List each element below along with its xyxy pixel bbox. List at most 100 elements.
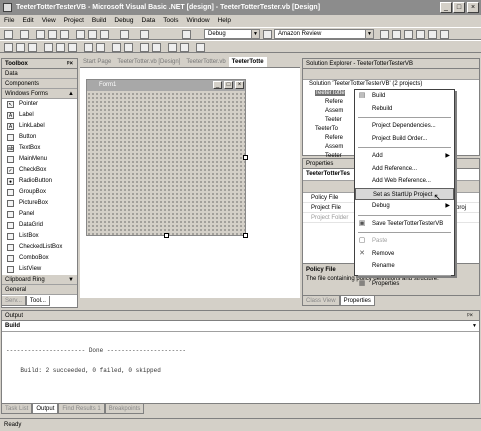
- toolbox-item-groupbox[interactable]: GroupBox: [2, 187, 77, 198]
- menu-project[interactable]: Project: [64, 17, 84, 24]
- tab-output[interactable]: Output: [32, 404, 59, 414]
- toolbox-item-pointer[interactable]: ↖ Pointer: [2, 99, 77, 110]
- toolbox-item-listview[interactable]: ListView: [2, 264, 77, 275]
- align-centers-icon[interactable]: [16, 43, 25, 52]
- output-pane-combo[interactable]: Build ▼: [2, 321, 479, 332]
- add-item-icon[interactable]: [20, 30, 29, 39]
- class-view-icon[interactable]: [428, 30, 437, 39]
- resize-handle[interactable]: [243, 233, 248, 238]
- tab-teetertotter-code[interactable]: TeeterTotter.vb: [183, 57, 228, 67]
- find-combo[interactable]: Amazon Review ▼: [274, 29, 374, 39]
- align-middles-icon[interactable]: [56, 43, 65, 52]
- align-rights-icon[interactable]: [28, 43, 37, 52]
- copy-icon[interactable]: [88, 30, 97, 39]
- find-icon[interactable]: [380, 30, 389, 39]
- maximize-button[interactable]: □: [453, 2, 465, 13]
- start-icon[interactable]: [182, 30, 191, 39]
- toolbox-section-data[interactable]: Data: [2, 69, 77, 79]
- menu-window[interactable]: Window: [186, 17, 209, 24]
- scroll-up-icon[interactable]: ▲: [68, 89, 74, 99]
- toolbox-item-datagrid[interactable]: DataGrid: [2, 220, 77, 231]
- close-button[interactable]: ×: [467, 2, 479, 13]
- menu-item-paste[interactable]: ▢ Paste: [355, 235, 454, 248]
- toolbox-item-textbox[interactable]: ab TextBox: [2, 143, 77, 154]
- minimize-button[interactable]: _: [440, 2, 452, 13]
- toolbox-section-components[interactable]: Components: [2, 79, 77, 89]
- menu-view[interactable]: View: [42, 17, 56, 24]
- menu-data[interactable]: Data: [142, 17, 156, 24]
- toolbox-item-panel[interactable]: Panel: [2, 209, 77, 220]
- lock-controls-icon[interactable]: [196, 43, 205, 52]
- tab-start-page[interactable]: Start Page: [80, 57, 114, 67]
- toolbox-item-linklabel[interactable]: A LinkLabel: [2, 121, 77, 132]
- toolbox-item-checkedlistbox[interactable]: CheckedListBox: [2, 242, 77, 253]
- tab-teetertottertester-design[interactable]: TeeterTotte: [228, 57, 267, 67]
- toolbox-section-windows-forms[interactable]: Windows Forms ▲: [2, 89, 77, 99]
- menu-tools[interactable]: Tools: [163, 17, 178, 24]
- tab-class-view[interactable]: Class View: [302, 296, 340, 306]
- toolbox-item-checkbox[interactable]: ✓ CheckBox: [2, 165, 77, 176]
- menu-item-rebuild[interactable]: Rebuild: [355, 103, 454, 116]
- align-lefts-icon[interactable]: [4, 43, 13, 52]
- tab-breakpoints[interactable]: Breakpoints: [104, 404, 145, 414]
- menu-item-save[interactable]: ▣ Save TeeterTotterTesterVB: [355, 218, 454, 231]
- undo-icon[interactable]: [120, 30, 129, 39]
- menu-item-debug[interactable]: Debug ▶: [355, 200, 454, 213]
- scroll-down-icon[interactable]: ▼: [68, 275, 74, 285]
- menu-item-rename[interactable]: Rename: [355, 260, 454, 273]
- menu-item-properties[interactable]: ▦ Properties: [355, 278, 454, 291]
- properties-icon[interactable]: [404, 30, 413, 39]
- config-icon[interactable]: [263, 30, 272, 39]
- pin-icon[interactable]: ᵖ×: [467, 311, 473, 321]
- toolbox-item-label[interactable]: A Label: [2, 110, 77, 121]
- save-icon[interactable]: [48, 30, 57, 39]
- new-project-icon[interactable]: [4, 30, 13, 39]
- menu-item-add[interactable]: Add ▶: [355, 150, 454, 163]
- vertical-spacing-icon[interactable]: [124, 43, 133, 52]
- toolbox-section-clipboard-ring[interactable]: Clipboard Ring ▼: [2, 275, 77, 285]
- resize-handle-bottom[interactable]: [164, 233, 169, 238]
- tab-server-explorer[interactable]: Serv...: [1, 296, 26, 306]
- menu-item-add-reference[interactable]: Add Reference...: [355, 163, 454, 176]
- tools-icon[interactable]: [440, 30, 449, 39]
- make-same-size-icon[interactable]: [84, 43, 93, 52]
- redo-icon[interactable]: [140, 30, 149, 39]
- menu-edit[interactable]: Edit: [22, 17, 33, 24]
- center-horizontally-icon[interactable]: [140, 43, 149, 52]
- paste-icon[interactable]: [100, 30, 109, 39]
- toolbox-icon[interactable]: [416, 30, 425, 39]
- toolbox-item-combobox[interactable]: ComboBox: [2, 253, 77, 264]
- align-bottoms-icon[interactable]: [68, 43, 77, 52]
- menu-help[interactable]: Help: [218, 17, 231, 24]
- menu-file[interactable]: File: [4, 17, 14, 24]
- horizontal-spacing-icon[interactable]: [112, 43, 121, 52]
- toolbox-item-radiobutton[interactable]: ● RadioButton: [2, 176, 77, 187]
- tab-task-list[interactable]: Task List: [1, 404, 33, 414]
- solution-config-combo[interactable]: Debug ▼: [204, 29, 260, 39]
- resize-handle-right[interactable]: [243, 155, 248, 160]
- form1-surface[interactable]: Form1 _ □ ×: [86, 79, 246, 236]
- menu-item-remove[interactable]: ✕ Remove: [355, 248, 454, 261]
- menu-item-project-build-order[interactable]: Project Build Order...: [355, 133, 454, 146]
- menu-build[interactable]: Build: [92, 17, 106, 24]
- toolbox-section-general[interactable]: General: [2, 285, 77, 295]
- tab-properties[interactable]: Properties: [339, 296, 375, 306]
- menu-debug[interactable]: Debug: [114, 17, 133, 24]
- toolbox-item-button[interactable]: Button: [2, 132, 77, 143]
- menu-item-build[interactable]: ▤ Build: [355, 90, 454, 103]
- toolbox-item-listbox[interactable]: ListBox: [2, 231, 77, 242]
- menu-item-set-as-startup-project[interactable]: Set as StartUp Project ↖: [355, 187, 454, 202]
- tab-teetertotter-design[interactable]: TeeterTotter.vb [Design]: [114, 57, 183, 67]
- align-tops-icon[interactable]: [44, 43, 53, 52]
- size-to-grid-icon[interactable]: [96, 43, 105, 52]
- tab-find-results[interactable]: Find Results 1: [58, 404, 105, 414]
- send-to-back-icon[interactable]: [180, 43, 189, 52]
- open-icon[interactable]: [36, 30, 45, 39]
- toolbox-item-mainmenu[interactable]: MainMenu: [2, 154, 77, 165]
- save-all-icon[interactable]: [60, 30, 69, 39]
- tree-solution[interactable]: Solution 'TeeterTotterTesterVB' (2 proje…: [303, 80, 479, 89]
- solution-explorer-icon[interactable]: [392, 30, 401, 39]
- pin-icon[interactable]: ᵖ×: [67, 59, 73, 69]
- bring-to-front-icon[interactable]: [168, 43, 177, 52]
- menu-item-add-web-reference[interactable]: Add Web Reference...: [355, 175, 454, 188]
